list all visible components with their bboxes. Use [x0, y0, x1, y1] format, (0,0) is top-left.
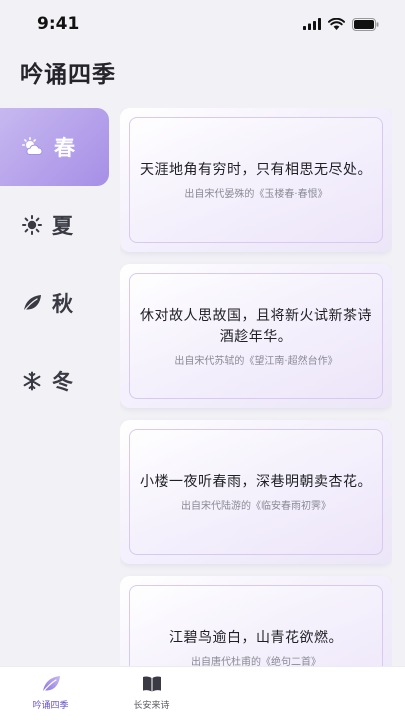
snowflake-icon [23, 371, 41, 391]
poem-source: 出自宋代苏轼的《望江南·超然台作》 [174, 355, 338, 367]
poem-card[interactable]: 天涯地角有穷时，只有相思无尽处。 出自宋代晏殊的《玉楼春·春恨》 [120, 108, 392, 252]
bottom-tab-bar: 吟诵四季 长安来诗 [0, 666, 405, 720]
poem-source: 出自唐代杜甫的《绝句二首》 [191, 657, 321, 666]
poem-source: 出自宋代晏殊的《玉楼春·春恨》 [184, 189, 328, 200]
poem-text: 小楼一夜听春雨，深巷明朝卖杏花。 [140, 474, 372, 490]
status-bar: 9:41 [0, 0, 405, 48]
wifi-icon [328, 18, 345, 30]
book-icon [142, 676, 161, 692]
poem-card-frame: 天涯地角有穷时，只有相思无尽处。 出自宋代晏殊的《玉楼春·春恨》 [129, 117, 383, 243]
season-tab-autumn[interactable]: 秋 [0, 264, 109, 342]
poem-list[interactable]: 天涯地角有穷时，只有相思无尽处。 出自宋代晏殊的《玉楼春·春恨》 休对故人思故国… [120, 108, 392, 666]
poem-card[interactable]: 休对故人思故国，且将新火试新茶诗酒趁年华。 出自宋代苏轼的《望江南·超然台作》 [120, 264, 392, 408]
season-tab-summer[interactable]: 夏 [0, 186, 109, 264]
tab-label: 长安来诗 [133, 701, 170, 711]
cloud-sun-icon [22, 137, 43, 155]
poem-card-frame: 休对故人思故国，且将新火试新茶诗酒趁年华。 出自宋代苏轼的《望江南·超然台作》 [129, 273, 383, 399]
season-label-summer: 夏 [52, 214, 73, 238]
tab-fourth[interactable] [303, 667, 404, 720]
leaf-icon [23, 295, 41, 312]
tab-label: 吟诵四季 [32, 701, 69, 711]
poem-card[interactable]: 小楼一夜听春雨，深巷明朝卖杏花。 出自宋代陆游的《临安春雨初霁》 [120, 420, 392, 564]
poem-card-frame: 江碧鸟逾白，山青花欲燃。 出自唐代杜甫的《绝句二首》 [129, 585, 383, 666]
tab-third[interactable] [202, 667, 303, 720]
sun-icon [22, 215, 42, 235]
leaf-icon [41, 676, 60, 693]
season-tab-spring[interactable]: 春 [0, 108, 109, 186]
poem-text: 休对故人思故国，且将新火试新茶诗酒趁年华。 [140, 307, 372, 345]
poem-text: 江碧鸟逾白，山青花欲燃。 [169, 630, 343, 646]
poem-text: 天涯地角有穷时，只有相思无尽处。 [140, 162, 372, 178]
tab-changan-poems[interactable]: 长安来诗 [101, 667, 202, 720]
poem-card-frame: 小楼一夜听春雨，深巷明朝卖杏花。 出自宋代陆游的《临安春雨初霁》 [129, 429, 383, 555]
tab-seasons[interactable]: 吟诵四季 [0, 667, 101, 720]
season-label-spring: 春 [54, 136, 75, 160]
battery-icon [352, 17, 379, 31]
poem-source: 出自宋代陆游的《临安春雨初霁》 [181, 501, 331, 512]
status-time: 9:41 [37, 14, 80, 34]
app-title: 吟诵四季 [20, 62, 116, 88]
season-label-autumn: 秋 [52, 292, 73, 316]
signal-icon [303, 18, 321, 30]
season-label-winter: 冬 [52, 370, 73, 394]
status-icons [303, 17, 379, 31]
season-sidebar: 春 夏 秋 冬 [0, 108, 109, 420]
poem-card[interactable]: 江碧鸟逾白，山青花欲燃。 出自唐代杜甫的《绝句二首》 [120, 576, 392, 666]
season-tab-winter[interactable]: 冬 [0, 342, 109, 420]
